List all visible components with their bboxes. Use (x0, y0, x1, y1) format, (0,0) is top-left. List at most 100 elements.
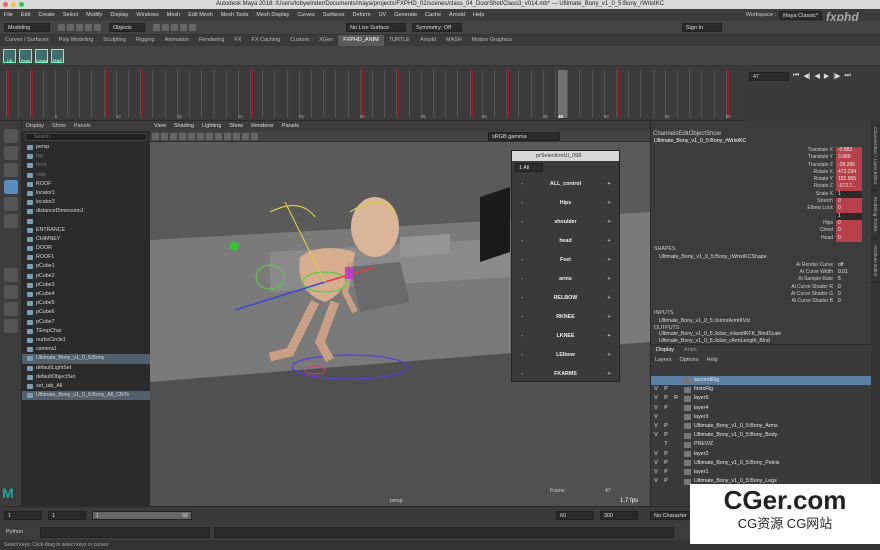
layer-r-toggle[interactable] (671, 431, 681, 440)
play-back-icon[interactable]: ◀ (815, 72, 820, 80)
keyframe-marker[interactable] (32, 70, 34, 118)
attribute-value[interactable]: -28.286 (836, 161, 862, 169)
channel-attribute[interactable]: Head 0 (651, 234, 880, 242)
viewport-menu-panels[interactable]: Panels (278, 121, 303, 131)
mode-dropdown[interactable]: Modeling (4, 23, 50, 32)
keyframe-marker[interactable] (252, 70, 253, 118)
layer-color-swatch[interactable] (684, 395, 691, 402)
menu-uv[interactable]: UV (375, 9, 391, 21)
menu-curves[interactable]: Curves (293, 9, 318, 21)
layer-v-toggle[interactable]: V (651, 422, 661, 431)
attribute-value[interactable]: 0 (836, 198, 862, 206)
time-slider[interactable]: 46 5 10 15 20 25 30 35 40 45 50 55 60 (0, 66, 745, 121)
add-select-button[interactable]: + (599, 276, 619, 282)
keyframe-marker[interactable] (435, 70, 436, 118)
isolate-icon[interactable] (242, 132, 249, 140)
channel-attribute[interactable]: Translate X -0.883 (651, 147, 880, 155)
input-node[interactable]: Ultimate_Bony_v1_0_5:JoIonrArmIKVIz (651, 318, 880, 325)
snap-view-icon[interactable] (180, 24, 187, 31)
rotate-tool-icon[interactable] (4, 197, 18, 211)
side-tab[interactable]: Modeling Toolkit (871, 191, 877, 239)
layer-row[interactable]: V Player1 (651, 468, 872, 477)
outliner-item[interactable]: defaultLightSet (22, 364, 150, 373)
shelf-tab-motion-graphics[interactable]: Motion Graphics (467, 35, 517, 46)
channel-attribute[interactable]: Rotate Z -572.7... (651, 183, 880, 191)
add-select-button[interactable]: + (599, 333, 619, 339)
menu-help[interactable]: Help (469, 9, 488, 21)
layer-color-swatch[interactable] (684, 460, 691, 467)
shelf-button-snap[interactable]: SNAP (51, 48, 64, 63)
channel-attribute[interactable]: Rotate Y 182.955 (651, 176, 880, 184)
outliner-item[interactable]: top (22, 152, 150, 161)
add-select-button[interactable]: + (599, 219, 619, 225)
layer-v-toggle[interactable]: V (651, 394, 661, 403)
channel-attribute[interactable]: 1 (651, 212, 880, 220)
layer-v-toggle[interactable] (651, 440, 661, 449)
layer-p-toggle[interactable]: P (661, 468, 671, 477)
outliner-item[interactable]: set_tab_All (22, 382, 150, 391)
add-select-button[interactable]: + (599, 200, 619, 206)
menu-file[interactable]: File (0, 9, 17, 21)
shelf-button-lib[interactable]: LIB (3, 48, 16, 63)
range-slider[interactable]: 1 60 (92, 511, 192, 520)
close-icon[interactable] (3, 2, 8, 7)
outliner-item[interactable]: DOOR (22, 244, 150, 253)
shelf-tab-custom[interactable]: Custom (285, 35, 314, 46)
layer-color-swatch[interactable] (684, 432, 691, 439)
deselect-button[interactable]: - (512, 200, 532, 206)
channel-attribute[interactable]: Hips 0 (651, 219, 880, 228)
open-scene-icon[interactable] (67, 24, 74, 31)
channel-menu-object[interactable]: Object (689, 131, 706, 137)
shape-attribute[interactable]: Ai Curve Width 0.01 (651, 269, 880, 277)
layer-row[interactable]: T PREVIZ (651, 440, 872, 449)
layer-row[interactable]: V P Rlayer5 (651, 394, 872, 403)
layer-color-swatch[interactable] (684, 377, 691, 384)
deselect-button[interactable]: - (512, 276, 532, 282)
selection-set-button[interactable]: LKNEE (532, 333, 599, 339)
layer-p-toggle[interactable]: P (661, 459, 671, 468)
shelf-tab-rigging[interactable]: Rigging (131, 35, 160, 46)
layer-row[interactable]: secondRig (651, 376, 872, 386)
shelf-tab-curves-surfaces[interactable]: Curves / Surfaces (0, 35, 54, 46)
symmetry-dropdown[interactable]: Symmetry: Off (412, 23, 462, 32)
shelf-tab-mash[interactable]: MASH (441, 35, 467, 46)
layer-v-toggle[interactable]: V (651, 468, 661, 477)
deselect-button[interactable]: - (512, 371, 532, 377)
start-time-field[interactable]: 1 (4, 511, 42, 520)
attribute-value[interactable]: 473.234 (836, 168, 862, 177)
outliner-item[interactable]: pCube4 (22, 290, 150, 299)
shelf-tab-animation[interactable]: Animation (160, 35, 194, 46)
add-select-button[interactable]: + (599, 257, 619, 263)
layer-color-swatch[interactable] (684, 423, 691, 430)
attribute-value[interactable]: -572.7... (836, 183, 862, 191)
layer-v-toggle[interactable] (651, 376, 661, 385)
layer-r-toggle[interactable] (671, 468, 681, 477)
layer-p-toggle[interactable]: P (661, 385, 671, 394)
shape-attribute[interactable]: Ai Curve Shader R0 (651, 283, 880, 292)
output-node[interactable]: Ultimate_Bony_v1_0_5:Jolan_rHandIKFK_Bln… (651, 331, 880, 338)
layer-menu-help[interactable]: Help (702, 357, 721, 363)
layer-color-swatch[interactable] (684, 386, 691, 393)
side-tab[interactable]: Attribute Editor (871, 239, 877, 284)
textured-icon[interactable] (206, 132, 213, 140)
layer-row[interactable]: Vlayer3 (651, 413, 872, 422)
layer-p-toggle[interactable]: T (661, 440, 671, 449)
layer-r-toggle[interactable] (671, 385, 681, 394)
attribute-value[interactable]: 182.955 (836, 176, 862, 184)
keyframe-marker[interactable] (288, 70, 290, 118)
outliner-item[interactable]: persp (22, 143, 150, 152)
minimize-icon[interactable] (11, 2, 16, 7)
image-plane-icon[interactable] (170, 132, 177, 140)
keyframe-marker[interactable] (142, 70, 144, 118)
layer-color-swatch[interactable] (684, 441, 691, 448)
menu-deform[interactable]: Deform (349, 9, 375, 21)
sign-in-button[interactable]: Sign In (682, 23, 722, 32)
channel-attribute[interactable]: Rotate X 473.234 (651, 168, 880, 177)
zoom-icon[interactable] (19, 2, 24, 7)
selection-filter-dropdown[interactable]: 1 All (515, 163, 543, 172)
selection-set-button[interactable]: ALL_control (532, 181, 599, 187)
menu-windows[interactable]: Windows (132, 9, 162, 21)
grid-icon[interactable] (179, 132, 186, 140)
shelf-tab-fx[interactable]: FX (229, 35, 246, 46)
layer-r-toggle[interactable] (671, 450, 681, 459)
